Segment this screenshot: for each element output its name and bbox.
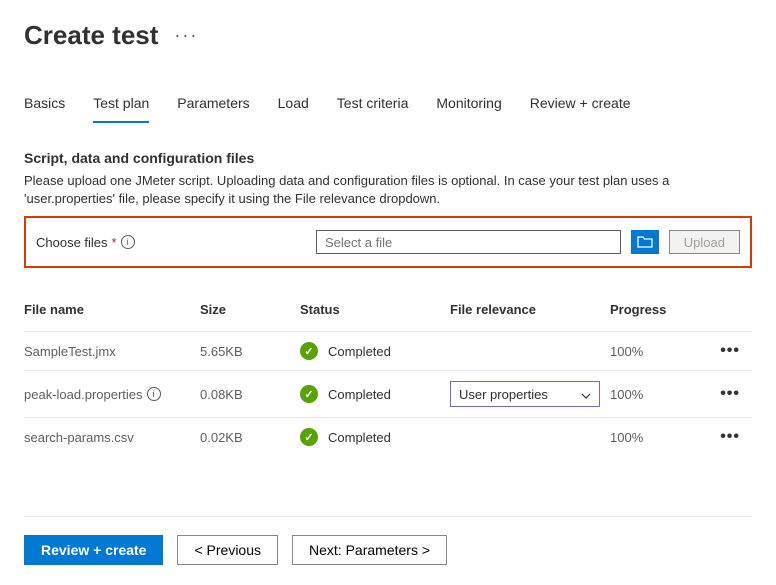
choose-files-label: Choose files * i	[36, 235, 306, 250]
footer-actions: Review + create < Previous Next: Paramet…	[24, 535, 752, 565]
table-row: peak-load.properties i 0.08KB ✓ Complete…	[24, 370, 752, 417]
col-file-name: File name	[24, 302, 200, 317]
col-status: Status	[300, 302, 450, 317]
file-name: peak-load.properties	[24, 387, 143, 402]
footer-divider	[24, 516, 752, 517]
check-icon: ✓	[300, 342, 318, 360]
check-icon: ✓	[300, 428, 318, 446]
previous-button[interactable]: < Previous	[177, 535, 278, 565]
status-text: Completed	[328, 387, 391, 402]
row-more-icon[interactable]: •••	[700, 385, 740, 403]
file-relevance-cell: User properties	[450, 381, 610, 407]
file-progress: 100%	[610, 430, 700, 445]
folder-icon	[637, 234, 653, 250]
file-progress: 100%	[610, 387, 700, 402]
check-icon: ✓	[300, 385, 318, 403]
page-title: Create test	[24, 20, 158, 51]
row-more-icon[interactable]: •••	[700, 342, 740, 360]
col-relevance: File relevance	[450, 302, 610, 317]
info-icon[interactable]: i	[147, 387, 161, 401]
tab-parameters[interactable]: Parameters	[177, 91, 249, 123]
upload-button[interactable]: Upload	[669, 230, 740, 254]
section-title: Script, data and configuration files	[24, 150, 752, 166]
col-size: Size	[200, 302, 300, 317]
tab-basics[interactable]: Basics	[24, 91, 65, 123]
file-status: ✓ Completed	[300, 342, 450, 360]
choose-files-text: Choose files	[36, 235, 108, 250]
file-size: 0.02KB	[200, 430, 300, 445]
table-row: SampleTest.jmx 5.65KB ✓ Completed 100% •…	[24, 331, 752, 370]
relevance-value: User properties	[459, 387, 548, 402]
tab-load[interactable]: Load	[278, 91, 309, 123]
files-table: File name Size Status File relevance Pro…	[24, 302, 752, 456]
file-name-cell: peak-load.properties i	[24, 387, 200, 402]
tab-review-create[interactable]: Review + create	[530, 91, 631, 123]
row-more-icon[interactable]: •••	[700, 428, 740, 446]
section-description: Please upload one JMeter script. Uploadi…	[24, 172, 752, 208]
review-create-button[interactable]: Review + create	[24, 535, 163, 565]
file-size: 0.08KB	[200, 387, 300, 402]
more-actions-icon[interactable]: ···	[174, 25, 198, 46]
page-header: Create test ···	[24, 20, 752, 51]
required-indicator: *	[112, 235, 117, 250]
table-row: search-params.csv 0.02KB ✓ Completed 100…	[24, 417, 752, 456]
file-upload-row: Choose files * i Upload	[24, 216, 752, 268]
file-relevance-select[interactable]: User properties	[450, 381, 600, 407]
browse-folder-button[interactable]	[631, 230, 659, 254]
tab-test-plan[interactable]: Test plan	[93, 91, 149, 123]
tab-monitoring[interactable]: Monitoring	[436, 91, 501, 123]
tab-test-criteria[interactable]: Test criteria	[337, 91, 409, 123]
info-icon[interactable]: i	[121, 235, 135, 249]
col-progress: Progress	[610, 302, 700, 317]
table-header-row: File name Size Status File relevance Pro…	[24, 302, 752, 331]
file-size: 5.65KB	[200, 344, 300, 359]
file-status: ✓ Completed	[300, 428, 450, 446]
status-text: Completed	[328, 430, 391, 445]
file-name-cell: search-params.csv	[24, 430, 200, 445]
next-button[interactable]: Next: Parameters >	[292, 535, 447, 565]
status-text: Completed	[328, 344, 391, 359]
file-name-cell: SampleTest.jmx	[24, 344, 200, 359]
file-select-input[interactable]	[316, 230, 621, 254]
file-progress: 100%	[610, 344, 700, 359]
file-status: ✓ Completed	[300, 385, 450, 403]
chevron-down-icon	[581, 387, 591, 402]
file-name: SampleTest.jmx	[24, 344, 116, 359]
tab-bar: Basics Test plan Parameters Load Test cr…	[24, 91, 752, 124]
file-name: search-params.csv	[24, 430, 134, 445]
